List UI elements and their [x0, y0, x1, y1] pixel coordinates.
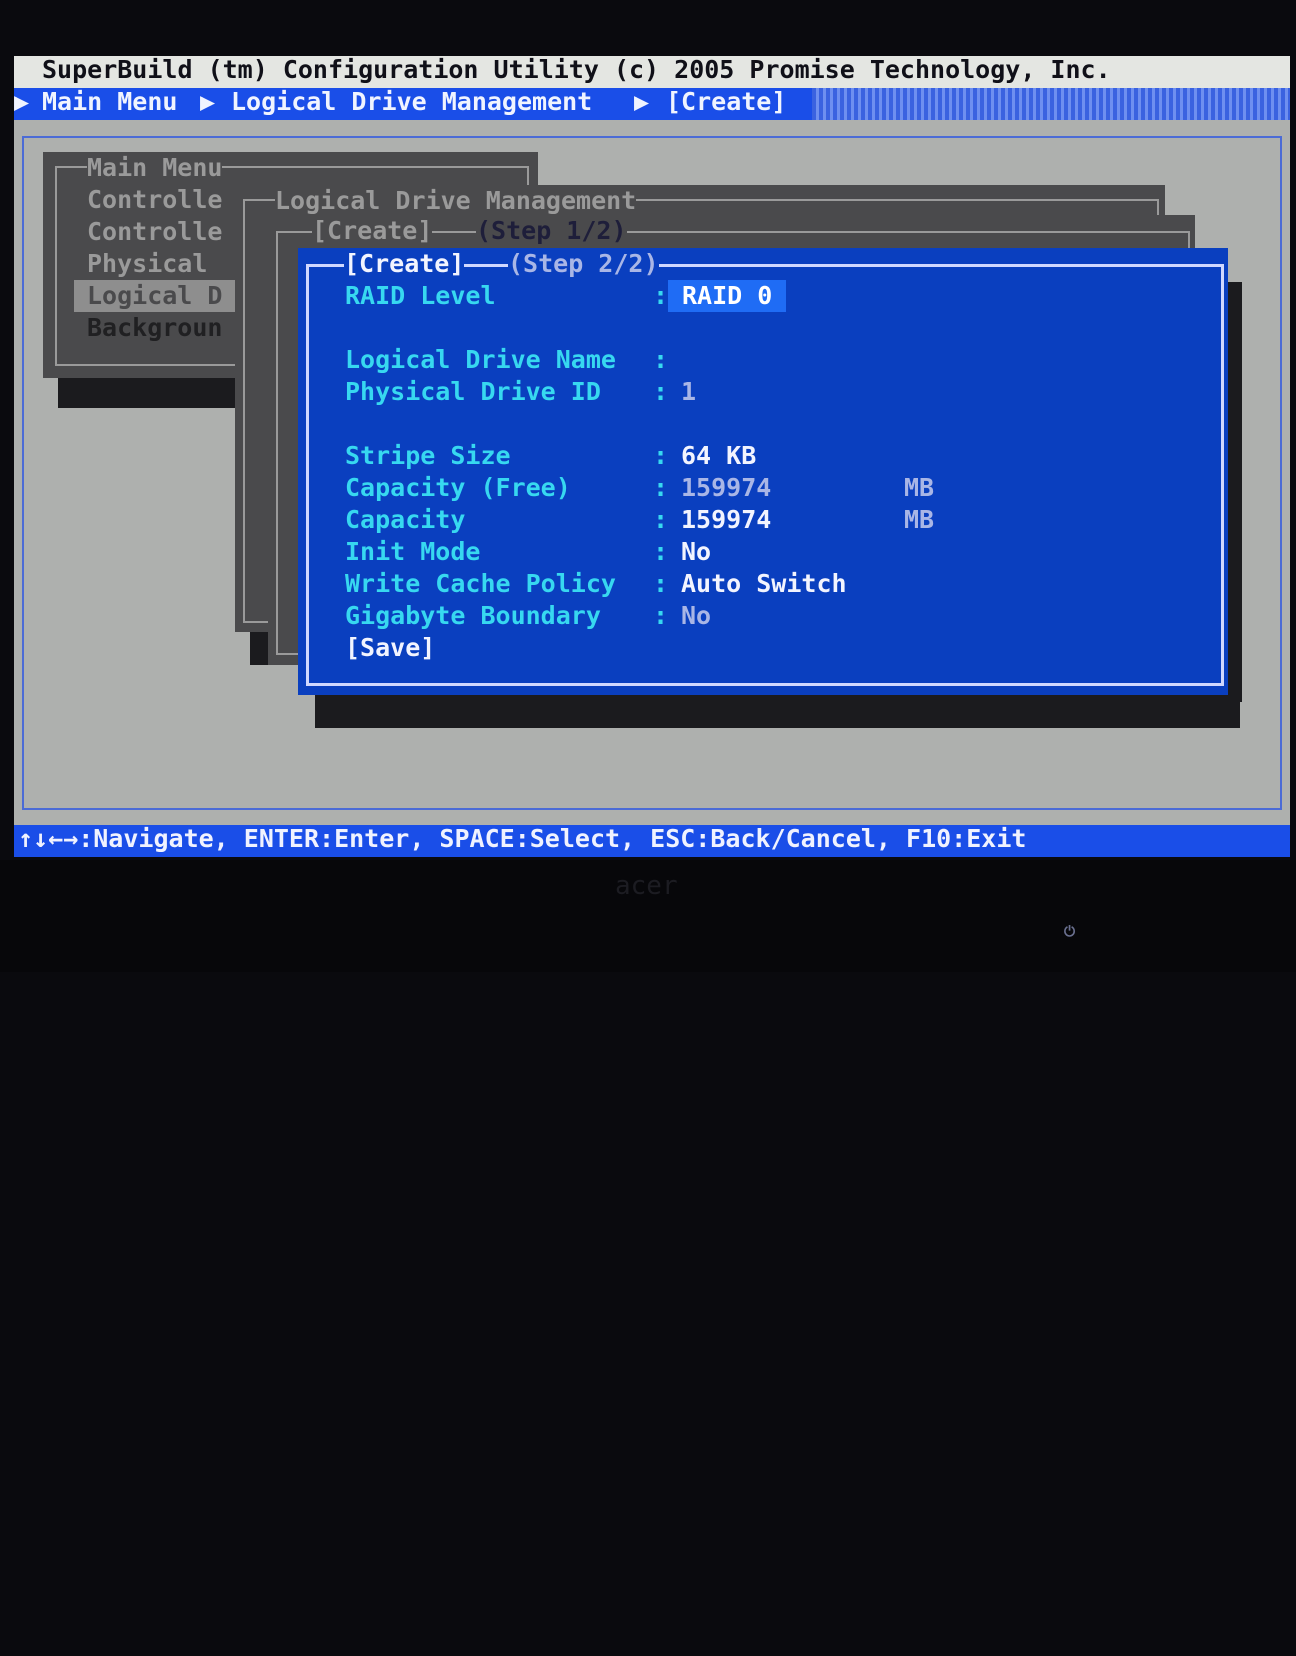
breadcrumb-arrow-icon: ▶	[200, 87, 216, 116]
main-menu-title: Main Menu	[87, 152, 223, 184]
menu-item-controller-1[interactable]: Controlle	[87, 184, 222, 216]
init-mode-value[interactable]: No	[681, 536, 711, 568]
step2-title: [Create]	[344, 248, 465, 280]
raid-level-select[interactable]: RAID 0	[668, 280, 787, 312]
field-raid-level-label: RAID Level	[345, 281, 496, 310]
step2-step: (Step 2/2)	[508, 248, 659, 280]
field-stripe-size-label: Stripe Size	[345, 441, 511, 470]
capacity-free-value: 159974	[681, 473, 772, 502]
field-physical-drive-id-label: Physical Drive ID	[345, 377, 601, 406]
ldm-title: Logical Drive Management	[275, 185, 637, 217]
key-help-text: ↑↓←→:Navigate, ENTER:Enter, SPACE:Select…	[18, 824, 1027, 853]
breadcrumb-logical-drive-management[interactable]: Logical Drive Management	[231, 86, 592, 118]
monitor-bezel: acer ⏻	[0, 860, 1296, 972]
breadcrumb-main-menu[interactable]: Main Menu	[42, 86, 177, 118]
breadcrumb-arrow-icon: ▶	[634, 87, 650, 116]
field-capacity-label: Capacity	[345, 505, 466, 534]
gigabyte-boundary-value[interactable]: No	[681, 600, 711, 632]
menu-item-controller-2[interactable]: Controlle	[87, 216, 222, 248]
breadcrumb-arrow-icon: ▶	[14, 87, 30, 116]
power-icon[interactable]: ⏻	[1064, 916, 1075, 948]
field-gigabyte-boundary-label: Gigabyte Boundary	[345, 601, 601, 630]
field-write-cache-policy-label: Write Cache Policy	[345, 569, 616, 598]
monitor-brand-logo: acer	[615, 871, 678, 901]
title-bar: SuperBuild (tm) Configuration Utility (c…	[14, 55, 1290, 88]
field-logical-drive-name-label: Logical Drive Name	[345, 345, 616, 374]
write-cache-policy-value[interactable]: Auto Switch	[681, 568, 847, 600]
breadcrumb-create[interactable]: [Create]	[666, 86, 786, 118]
app-title: SuperBuild (tm) Configuration Utility (c…	[42, 55, 1111, 84]
field-capacity-free-label: Capacity (Free)	[345, 473, 571, 502]
menu-item-physical[interactable]: Physical	[87, 248, 207, 280]
key-help-bar: ↑↓←→:Navigate, ENTER:Enter, SPACE:Select…	[14, 824, 1290, 857]
create-step2-dialog: [Create] (Step 2/2) RAID Level : RAID 0 …	[298, 248, 1228, 695]
save-button[interactable]: [Save]	[345, 632, 435, 664]
step1-title: [Create]	[312, 215, 433, 247]
step1-step: (Step 1/2)	[476, 215, 627, 247]
physical-drive-id-value[interactable]: 1	[681, 376, 696, 408]
capacity-input[interactable]: 159974	[681, 504, 771, 536]
field-init-mode-label: Init Mode	[345, 537, 481, 566]
stripe-size-value[interactable]: 64 KB	[681, 440, 756, 472]
menu-item-background[interactable]: Backgroun	[87, 312, 222, 344]
capacity-free-unit: MB	[904, 473, 935, 502]
capacity-unit: MB	[904, 505, 935, 534]
menu-item-logical-selected[interactable]: Logical D	[74, 280, 247, 312]
breadcrumb: ▶ Main Menu ▶ Logical Drive Management ▶…	[14, 86, 1290, 120]
logical-drive-name-input[interactable]	[681, 344, 981, 376]
